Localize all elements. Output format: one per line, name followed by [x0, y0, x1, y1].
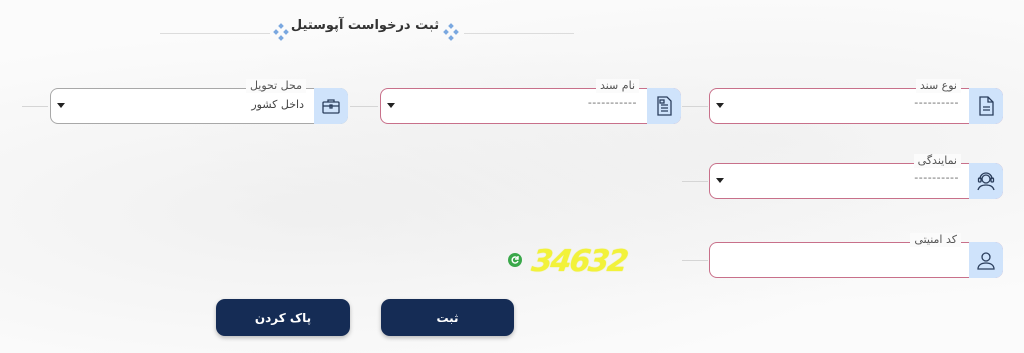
captcha-image: 34632	[529, 244, 674, 280]
briefcase-icon	[314, 88, 348, 124]
security-code-field[interactable]: کد امنیتی	[709, 233, 1003, 278]
document-name-select[interactable]: نام سند -----------	[380, 79, 681, 124]
delivery-place-label: محل تحویل	[245, 79, 306, 93]
agency-value: ----------	[914, 171, 959, 184]
connector-line	[682, 260, 708, 261]
document-name-label: نام سند	[595, 79, 639, 93]
clear-button[interactable]: پاک کردن	[216, 299, 350, 336]
file-icon	[969, 88, 1003, 124]
document-type-select[interactable]: نوع سند ----------	[709, 79, 1003, 124]
chevron-down-icon	[387, 103, 395, 108]
connector-line	[682, 181, 708, 182]
chevron-down-icon	[716, 103, 724, 108]
page-title: ثبت درخواست آپوستیل	[290, 18, 440, 33]
submit-button[interactable]: ثبت	[381, 299, 514, 336]
document-type-label: نوع سند	[915, 79, 961, 93]
refresh-captcha-icon[interactable]	[508, 253, 522, 267]
document-name-value: -----------	[587, 96, 637, 109]
document-icon	[647, 88, 681, 124]
delivery-place-select[interactable]: محل تحویل داخل کشور	[50, 79, 348, 124]
page-header: ثبت درخواست آپوستیل	[0, 14, 1024, 48]
agency-select[interactable]: نمایندگی ----------	[709, 154, 1003, 199]
diamond-ornament-icon	[273, 23, 289, 41]
document-type-value: ----------	[914, 96, 959, 109]
connector-line	[22, 106, 48, 107]
connector-line	[350, 106, 378, 107]
connector-line	[682, 106, 708, 107]
security-code-label: کد امنیتی	[910, 233, 961, 247]
header-divider-left	[160, 33, 270, 34]
chevron-down-icon	[57, 103, 65, 108]
chevron-down-icon	[716, 178, 724, 183]
agency-label: نمایندگی	[913, 154, 961, 168]
headset-agent-icon	[969, 163, 1003, 199]
user-icon	[969, 242, 1003, 278]
delivery-place-value: داخل کشور	[251, 98, 304, 111]
header-divider-right	[464, 33, 574, 34]
captcha-text: 34632	[529, 244, 629, 279]
diamond-ornament-icon	[443, 23, 459, 41]
